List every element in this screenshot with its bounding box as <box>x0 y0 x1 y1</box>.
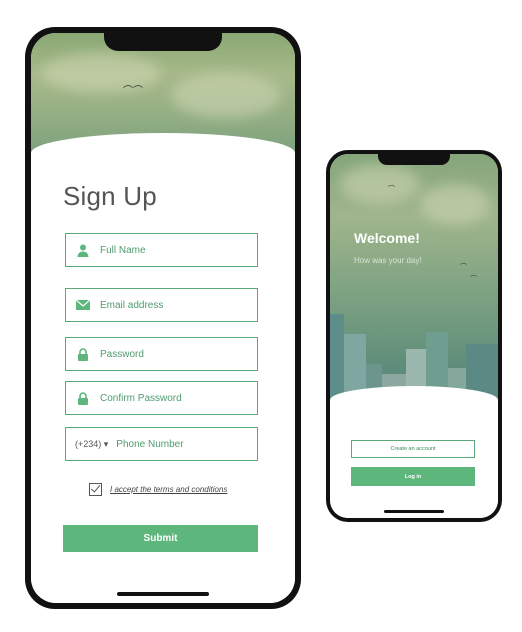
confirm-password-input[interactable] <box>100 392 230 404</box>
signup-screen: ⌒⌒ Sign Up Full Name Email address (+234… <box>31 33 295 603</box>
welcome-screen: ⌒ ⌒ ⌒ Welcome! How was your day! Create … <box>330 154 498 518</box>
full-name-input[interactable] <box>100 244 230 256</box>
cloud <box>340 164 420 204</box>
phone-notch <box>378 154 450 165</box>
country-code-select[interactable]: (+234) ▾ <box>75 439 108 450</box>
page-title: Sign Up <box>63 181 157 211</box>
full-name-field[interactable] <box>65 233 258 267</box>
lock-icon <box>66 391 100 405</box>
email-field[interactable] <box>65 288 258 322</box>
bird-icon: ⌒ <box>470 276 477 283</box>
terms-checkbox[interactable] <box>89 483 102 496</box>
bird-icon: ⌒ <box>460 264 467 271</box>
bird-icon: ⌒⌒ <box>123 86 143 97</box>
cloud <box>420 184 490 224</box>
login-button[interactable]: Log in <box>351 467 475 486</box>
signup-phone-frame: ⌒⌒ Sign Up Full Name Email address (+234… <box>25 27 301 609</box>
password-input[interactable] <box>100 348 230 360</box>
phone-field[interactable]: (+234) ▾ <box>65 427 258 461</box>
bird-icon: ⌒ <box>388 186 395 193</box>
cloud <box>41 53 161 93</box>
building <box>330 314 344 404</box>
phone-notch <box>104 33 222 51</box>
welcome-phone-frame: ⌒ ⌒ ⌒ Welcome! How was your day! Create … <box>326 150 502 522</box>
person-icon <box>66 244 100 257</box>
terms-link[interactable]: I accept the terms and conditions <box>110 485 227 494</box>
welcome-title: Welcome! <box>354 230 420 246</box>
password-field[interactable] <box>65 337 258 371</box>
city-background-image: ⌒ ⌒ ⌒ <box>330 154 498 404</box>
phone-input[interactable] <box>116 438 247 450</box>
welcome-subtitle: How was your day! <box>354 256 422 265</box>
create-account-button[interactable]: Create an account <box>351 440 475 458</box>
submit-button[interactable]: Submit <box>63 525 258 552</box>
email-input[interactable] <box>100 299 230 311</box>
terms-row[interactable]: I accept the terms and conditions <box>89 483 227 496</box>
confirm-password-field[interactable] <box>65 381 258 415</box>
lock-icon <box>66 347 100 361</box>
cloud <box>171 73 281 118</box>
home-indicator <box>384 510 444 513</box>
home-indicator <box>117 592 209 596</box>
envelope-icon <box>66 300 100 310</box>
